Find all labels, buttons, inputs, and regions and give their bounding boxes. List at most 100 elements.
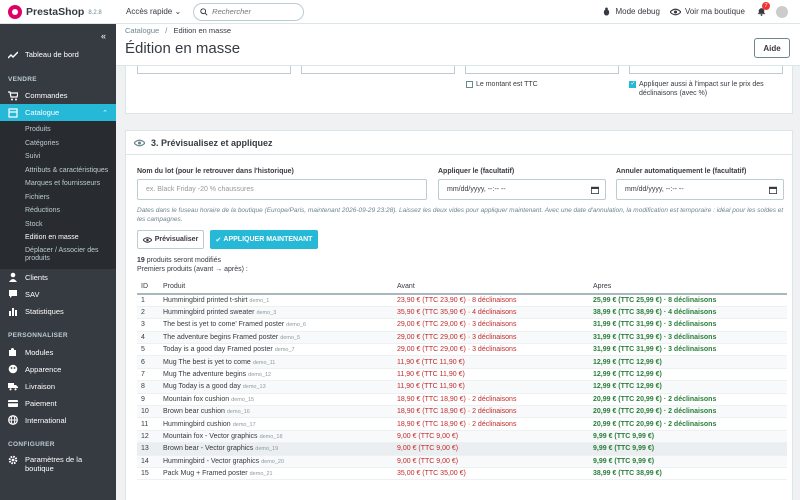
cell-before: 35,00 € (TTC 35,00 €) [393,467,589,481]
search-box[interactable] [193,2,305,21]
table-row: 4 The adventure begins Framed poster demo_… [137,331,787,345]
sidebar-item-dashboard[interactable]: Tableau de bord [0,46,116,63]
search-input[interactable] [212,7,293,16]
submenu-stock[interactable]: Stock [0,218,116,232]
apply-date-input[interactable]: mm/dd/yyyy, --:-- -- [438,179,606,200]
sidebar-item-shipping[interactable]: Livraison [0,378,116,395]
table-row: 3 The best is yet to come' Framed poster d… [137,318,787,332]
submenu-categories[interactable]: Catégories [0,137,116,151]
top-bar: PrestaShop 8.2.8 Accès rapide ⌄ Mode deb… [0,0,800,24]
cell-after: 38,99 € (TTC 38,99 €) [589,467,787,481]
breadcrumb-catalog[interactable]: Catalogue [125,26,159,35]
catalog-submenu: Produits Catégories Suivi Attributs & ca… [0,121,116,269]
cell-before: 9,00 € (TTC 9,00 €) [393,430,589,444]
product-ref: demo_13 [242,384,266,391]
cell-before: 18,90 € (TTC 18,90 €) · 2 déclinaisons [393,393,589,407]
cell-after: 20,99 € (TTC 20,99 €) · 2 déclinaisons [589,393,787,407]
submenu-products[interactable]: Produits [0,123,116,137]
apply-declinations-checkbox[interactable]: Appliquer aussi à l'impact sur le prix d… [629,80,779,98]
submenu-files[interactable]: Fichiers [0,191,116,205]
prev-input-4[interactable] [629,66,783,74]
view-shop-link[interactable]: Voir ma boutique [669,7,745,16]
table-row: 11 Hummingbird cushion demo_17 18,90 € (TTC… [137,417,787,431]
submenu-discounts[interactable]: Réductions [0,204,116,218]
check-icon: ✔ [215,236,222,244]
checkbox-label: Appliquer aussi à l'impact sur le prix d… [639,81,764,97]
quick-access-dropdown[interactable]: Accès rapide ⌄ [126,7,181,16]
submenu-move-products[interactable]: Déplacer / Associer des produits [0,245,116,265]
sidebar-item-orders[interactable]: Commandes [0,87,116,104]
bug-icon [604,7,610,16]
submenu-brands[interactable]: Marques et fournisseurs [0,177,116,191]
prev-input-1[interactable] [137,66,291,74]
sidebar-item-stats[interactable]: Statistiques [0,303,116,320]
sidebar-item-modules[interactable]: Modules [0,344,116,361]
sidebar-label: Modules [25,347,54,357]
cell-id: 5 [137,343,159,357]
truck-icon [8,383,18,391]
cell-id: 6 [137,355,159,369]
cell-after: 12,99 € (TTC 12,99 €) [589,368,787,382]
sidebar-item-appearance[interactable]: Apparence [0,361,116,378]
summary: 19 produits seront modifiés Premiers pro… [137,256,248,274]
cell-id: 4 [137,331,159,345]
previous-section: Le montant est TTC Appliquer aussi à l'i… [125,66,793,114]
product-ref: demo_6 [286,322,307,329]
table-row: 7 Mug The adventure begins demo_12 11,90 € … [137,368,787,382]
section-customize: PERSONNALISER [8,332,68,339]
logo[interactable]: PrestaShop 8.2.8 [0,4,118,19]
sidebar-item-sav[interactable]: SAV [0,286,116,303]
sidebar-label: SAV [25,289,40,299]
table-row: 12 Mountain fox - Vector graphics demo_18 9… [137,430,787,444]
sidebar-item-international[interactable]: International [0,412,116,429]
sidebar-item-shop-params[interactable]: Paramètres de la boutique [0,453,116,475]
cell-product: Hummingbird printed t-shirt demo_1 [159,294,393,307]
cart-icon [8,90,18,100]
cell-product: Brown bear - Vector graphics demo_19 [159,442,393,456]
apply-now-button[interactable]: ✔ APPLIQUER MAINTENANT [210,230,318,249]
cell-product: Mug Today is a good day demo_13 [159,380,393,394]
cancel-date-input[interactable]: mm/dd/yyyy, --:-- -- [616,179,784,200]
submenu-tracking[interactable]: Suivi [0,150,116,164]
breadcrumb-current: Edition en masse [173,26,232,35]
avatar[interactable] [776,5,788,18]
table-row: 9 Mountain fox cushion demo_15 18,90 € (TTC… [137,393,787,407]
sidebar-label: Commandes [25,91,68,100]
user-icon [9,272,17,282]
cell-after: 20,99 € (TTC 20,99 €) · 2 déclinaisons [589,417,787,431]
debug-label: Mode debug [615,7,660,16]
product-ref: demo_7 [274,347,295,354]
calendar-icon [769,186,777,194]
product-name: Mountain fox cushion [163,395,230,403]
notifications-button[interactable]: 7 [757,1,770,18]
cell-id: 10 [137,405,159,419]
apply-date-label: Appliquer le (facultatif) [438,168,515,175]
section-sell: VENDRE [8,75,37,83]
sidebar-item-clients[interactable]: Clients [0,269,116,286]
date-placeholder: mm/dd/yyyy, --:-- -- [625,186,684,193]
summary-count: 19 [137,257,145,264]
prev-input-3[interactable] [465,66,619,74]
table-row: 15 Pack Mug + Framed poster demo_21 35,00 €… [137,467,787,481]
cell-id: 8 [137,380,159,394]
sidebar-item-catalog[interactable]: Catalogue ⌃ [0,104,116,121]
debug-mode[interactable]: Mode debug [602,7,660,16]
preview-button[interactable]: Prévisualiser [137,230,204,249]
sidebar-item-payment[interactable]: Paiement [0,395,116,412]
submenu-attributes[interactable]: Attributs & caractéristiques [0,164,116,178]
product-name: Hummingbird - Vector graphics [163,457,260,465]
help-button[interactable]: Aide [754,38,790,58]
batch-name-input[interactable]: ex. Black Friday -20 % chaussures [137,179,427,200]
sidebar-label: Paramètres de la boutique [25,454,83,473]
prev-input-2[interactable] [301,66,455,74]
cell-before: 9,00 € (TTC 9,00 €) [393,455,589,468]
submenu-bulk-edit[interactable]: Edition en masse [0,231,116,245]
gear-icon [8,455,18,464]
date-placeholder: mm/dd/yyyy, --:-- -- [447,186,506,193]
cell-id: 14 [137,455,159,468]
ttc-checkbox[interactable]: Le montant est TTC [466,80,538,89]
product-name: Hummingbird cushion [163,420,231,428]
sidebar-label: International [25,415,67,425]
collapse-sidebar-icon[interactable]: « [101,31,106,41]
cell-after: 12,99 € (TTC 12,99 €) [589,355,787,369]
